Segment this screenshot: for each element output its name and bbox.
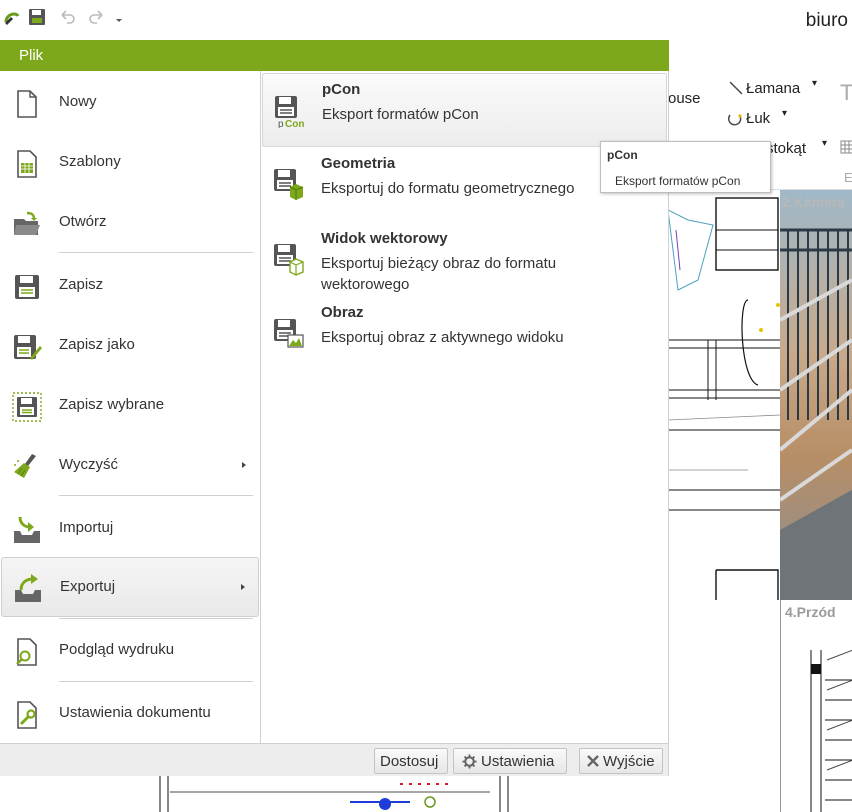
file-menu-title[interactable]: Plik bbox=[19, 47, 43, 64]
export-option-description: Eksportuj obraz z aktywnego widoku bbox=[321, 329, 564, 346]
menu-item-print-preview[interactable]: Podgląd wydruku bbox=[0, 621, 260, 679]
submenu-arrow-icon bbox=[242, 462, 246, 468]
polyline-tool-icon[interactable] bbox=[728, 80, 744, 100]
menu-item-import[interactable]: Importuj bbox=[0, 499, 260, 557]
tooltip-title: pCon bbox=[607, 148, 638, 162]
vector-export-icon bbox=[272, 242, 304, 276]
print-preview-icon bbox=[12, 637, 42, 667]
menu-separator bbox=[59, 618, 253, 619]
front-view-label: 4.Przód bbox=[785, 604, 836, 620]
document-settings-icon bbox=[12, 700, 42, 730]
menu-item-label: Exportuj bbox=[60, 578, 116, 595]
bottom-view[interactable] bbox=[150, 772, 550, 812]
menu-item-save-as[interactable]: Zapisz jako bbox=[0, 316, 260, 374]
exit-button[interactable]: Wyjście bbox=[579, 748, 663, 774]
menu-item-label: Otwórz bbox=[59, 213, 107, 230]
broom-icon bbox=[12, 452, 42, 482]
front-view[interactable]: 4.Przód bbox=[780, 600, 852, 812]
arc-tool-icon[interactable] bbox=[726, 110, 744, 132]
arc-tool-label[interactable]: Łuk bbox=[746, 110, 770, 127]
menu-separator bbox=[59, 495, 253, 496]
menu-item-export[interactable]: Exportuj bbox=[1, 557, 259, 617]
save-as-icon bbox=[12, 332, 42, 362]
menu-item-label: Importuj bbox=[59, 519, 114, 536]
menu-item-save-selected[interactable]: Zapisz wybrane bbox=[0, 376, 260, 434]
export-option-title: pCon bbox=[322, 81, 361, 98]
svg-text:Con: Con bbox=[285, 119, 304, 128]
export-option-pcon[interactable]: p Con pCon Eksport formatów pCon bbox=[262, 73, 667, 147]
camera-view-label: 2.Kamera bbox=[782, 194, 846, 210]
redo-icon[interactable] bbox=[88, 8, 108, 28]
menu-separator bbox=[59, 252, 253, 253]
svg-text:p: p bbox=[278, 119, 284, 128]
camera-view[interactable]: 2.Kamera bbox=[780, 190, 852, 600]
file-menu-header: Plik bbox=[0, 40, 669, 71]
export-option-title: Obraz bbox=[321, 304, 364, 321]
menu-item-label: Ustawienia dokumentu bbox=[59, 704, 211, 721]
pcon-export-icon: p Con bbox=[273, 94, 305, 130]
customize-button-label: Dostosuj bbox=[380, 753, 439, 770]
undo-icon[interactable] bbox=[58, 8, 78, 28]
menu-item-new[interactable]: Nowy bbox=[0, 73, 260, 131]
submenu-arrow-icon bbox=[241, 584, 245, 590]
file-menu-bottom-bar: Dostosuj Ustawienia Wyjście bbox=[0, 743, 669, 776]
menu-item-label: Zapisz bbox=[59, 276, 104, 293]
customize-button[interactable]: Dostosuj bbox=[374, 748, 448, 774]
export-option-description: Eksportuj do formatu geometrycznego bbox=[321, 180, 575, 197]
export-icon bbox=[13, 574, 43, 604]
export-option-description: Eksport formatów pCon bbox=[322, 106, 479, 123]
save-icon[interactable] bbox=[28, 8, 48, 28]
save-selected-icon bbox=[12, 392, 42, 422]
app-logo-icon[interactable] bbox=[2, 8, 22, 28]
quick-access-toolbar: biuro bbox=[0, 0, 852, 40]
settings-button-label: Ustawienia bbox=[481, 753, 555, 770]
menu-item-label: Zapisz jako bbox=[59, 336, 135, 353]
menu-item-save[interactable]: Zapisz bbox=[0, 256, 260, 314]
image-export-icon bbox=[272, 317, 304, 351]
menu-item-label: Nowy bbox=[59, 93, 97, 110]
document-title: biuro bbox=[805, 10, 848, 31]
open-folder-icon bbox=[12, 209, 42, 239]
rectangle-dropdown-icon[interactable]: ▾ bbox=[822, 138, 827, 149]
app-window: biuro ouse Łamana ▾ T Łuk ▾ stokąt ▾ E 2… bbox=[0, 0, 852, 812]
menu-item-label: Zapisz wybrane bbox=[59, 396, 165, 413]
menu-item-label: Wyczyść bbox=[59, 456, 119, 473]
gear-icon bbox=[462, 754, 477, 773]
ribbon-text-fragment: T bbox=[840, 80, 852, 105]
menu-item-label: Podgląd wydruku bbox=[59, 641, 175, 658]
menu-item-label: Szablony bbox=[59, 153, 121, 170]
ribbon-house-fragment[interactable]: ouse bbox=[668, 90, 701, 107]
ribbon-group-fragment: E bbox=[844, 170, 852, 185]
geometry-export-icon bbox=[272, 167, 304, 201]
customize-dropdown-icon[interactable] bbox=[114, 12, 124, 22]
export-option-vector[interactable]: Widok wektorowy Eksportuj bieżący obraz … bbox=[262, 224, 667, 300]
polyline-tool-label[interactable]: Łamana bbox=[746, 80, 800, 97]
file-menu-left-panel: Nowy Szablony Otwórz Zapisz Zapisz jako bbox=[0, 71, 261, 743]
menu-item-templates[interactable]: Szablony bbox=[0, 133, 260, 191]
menu-item-clear[interactable]: Wyczyść bbox=[0, 436, 260, 494]
import-icon bbox=[12, 515, 42, 545]
exit-button-label: Wyjście bbox=[603, 753, 655, 770]
templates-icon bbox=[12, 149, 42, 179]
arc-dropdown-icon[interactable]: ▾ bbox=[782, 108, 787, 119]
pcon-tooltip: pCon Eksport formatów pCon bbox=[600, 141, 771, 193]
grid-icon[interactable] bbox=[840, 140, 852, 158]
export-option-image[interactable]: Obraz Eksportuj obraz z aktywnego widoku bbox=[262, 301, 667, 357]
tooltip-description: Eksport formatów pCon bbox=[615, 174, 741, 188]
menu-item-open[interactable]: Otwórz bbox=[0, 193, 260, 251]
plan-view[interactable] bbox=[668, 190, 780, 600]
menu-item-document-settings[interactable]: Ustawienia dokumentu bbox=[0, 684, 260, 742]
save-icon bbox=[12, 272, 42, 302]
export-option-title: Geometria bbox=[321, 155, 396, 172]
rectangle-tool-label[interactable]: stokąt bbox=[766, 140, 806, 157]
export-option-title: Widok wektorowy bbox=[321, 230, 448, 247]
polyline-dropdown-icon[interactable]: ▾ bbox=[812, 78, 817, 89]
settings-button[interactable]: Ustawienia bbox=[453, 748, 567, 774]
close-icon bbox=[586, 754, 600, 772]
export-option-description: Eksportuj bieżący obraz do formatu wekto… bbox=[321, 255, 557, 293]
new-document-icon bbox=[12, 89, 42, 119]
menu-separator bbox=[59, 681, 253, 682]
